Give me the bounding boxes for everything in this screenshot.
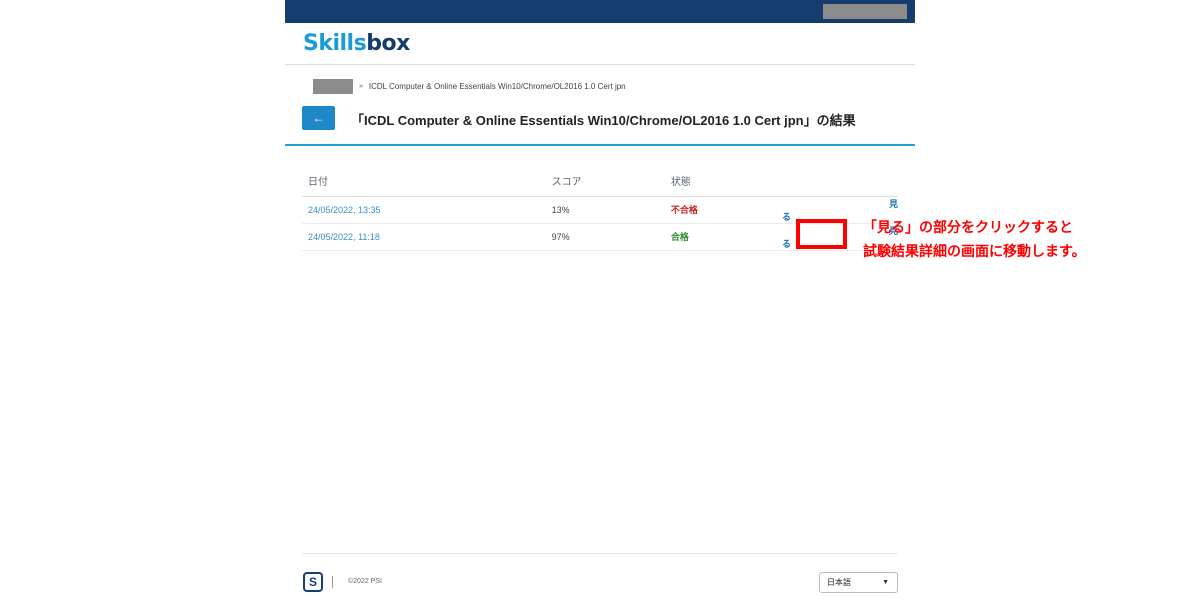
header-status[interactable]: 状態 — [670, 166, 782, 197]
breadcrumb-current: ICDL Computer & Online Essentials Win10/… — [368, 81, 626, 91]
user-menu-redacted[interactable] — [823, 4, 907, 19]
breadcrumb-separator: » — [359, 82, 363, 90]
chevron-down-icon: ▼ — [882, 579, 889, 586]
table-header-row: 日付 スコア 状態 — [302, 166, 898, 197]
result-score: 13% — [551, 204, 570, 215]
back-button[interactable]: ← — [302, 106, 335, 130]
annotation-line-2: 試験結果詳細の画面に移動します。 — [863, 243, 1086, 259]
logo-text-box: box — [366, 31, 410, 56]
page-container: Skills box » ICDL Computer & Online Essen… — [285, 0, 915, 600]
result-status-fail: 不合格 — [670, 205, 698, 215]
copyright-text: ©2022 PSI — [348, 578, 382, 585]
header-divider — [285, 64, 915, 65]
language-select[interactable]: 日本語 ▼ — [819, 572, 898, 593]
breadcrumb-home-redacted[interactable] — [313, 78, 353, 94]
page-title: 「ICDL Computer & Online Essentials Win10… — [351, 113, 856, 128]
top-bar — [285, 0, 915, 23]
skillsbox-logo[interactable]: Skills box — [303, 31, 410, 57]
logo-text-skills: Skills — [303, 31, 367, 56]
psi-logo-icon: S — [303, 572, 323, 592]
footer-divider — [302, 553, 898, 554]
header-date[interactable]: 日付 — [302, 166, 552, 197]
annotation-highlight-box — [796, 219, 847, 249]
annotation-text: 「見る」の部分をクリックすると 試験結果詳細の画面に移動します。 — [863, 215, 1086, 263]
result-status-pass: 合格 — [670, 232, 689, 242]
breadcrumb: » ICDL Computer & Online Essentials Win1… — [313, 78, 626, 94]
result-score: 97% — [551, 231, 570, 242]
result-date-link[interactable]: 24/05/2022, 11:18 — [308, 232, 380, 242]
annotation-line-1: 「見る」の部分をクリックすると — [863, 219, 1073, 235]
footer-separator — [332, 576, 333, 588]
arrow-left-icon: ← — [312, 111, 325, 125]
language-selected-value: 日本語 — [827, 578, 851, 587]
header-view — [781, 166, 898, 197]
header-score[interactable]: スコア — [551, 166, 671, 197]
title-divider — [285, 144, 915, 146]
result-date-link[interactable]: 24/05/2022, 13:35 — [308, 205, 381, 215]
